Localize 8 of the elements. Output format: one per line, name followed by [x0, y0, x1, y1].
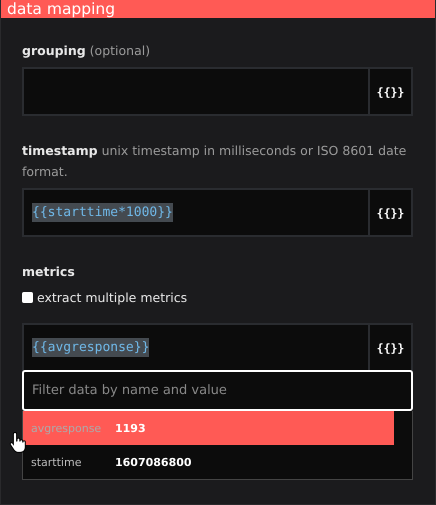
field-label: metrics [22, 263, 76, 281]
checkbox-label: extract multiple metrics [37, 290, 188, 305]
filter-field[interactable]: Filter data by name and value [22, 370, 413, 411]
field-label: timestamp unix timestamp in milliseconds or ISO 8601 date format. [22, 142, 408, 181]
field-label: grouping (optional) [22, 42, 152, 60]
data-item[interactable]: starttime 1607086800 [23, 445, 394, 479]
checkbox[interactable] [22, 292, 33, 303]
panel-title: data mapping [7, 0, 116, 18]
